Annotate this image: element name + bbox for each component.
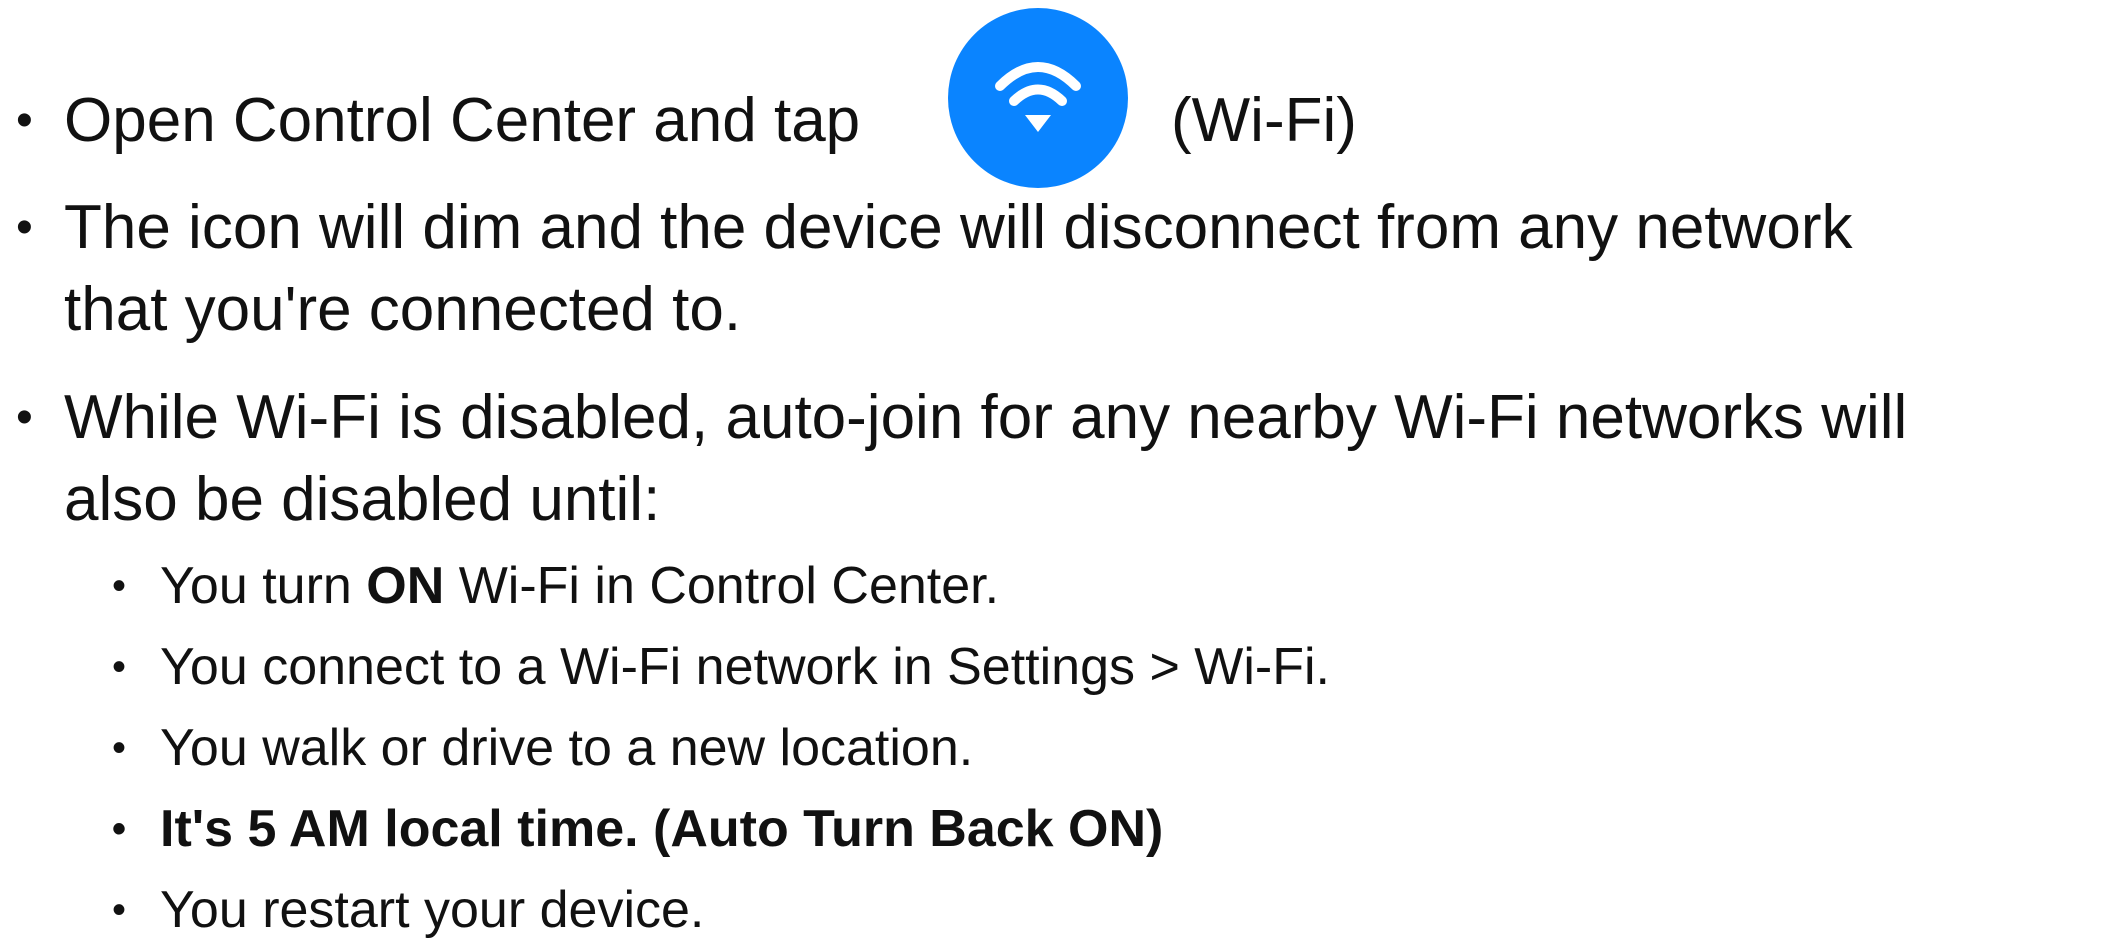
bullet-text-line1: While Wi-Fi is disabled, auto-join for a… [64,383,1908,452]
wifi-glyph [995,62,1081,132]
sub-bullet-text: It's 5 AM local time. (Auto Turn Back ON… [160,800,1164,858]
sub-bullet-marker: • [112,888,127,932]
sub-bullet-text: You restart your device. [160,881,705,939]
bullet-text-line2: that you're connected to. [64,275,742,344]
bullet-text-after-icon: (Wi-Fi) [1171,86,1357,155]
sub-bullet-marker: • [112,645,127,689]
bullet-marker: • [16,201,33,254]
sub-bullet-bold: ON [366,557,445,615]
slide: • Open Control Center and tap (Wi-Fi) • … [0,0,2126,944]
sub-bullet-text: You walk or drive to a new location. [160,719,974,777]
sub-bullet-marker: • [112,564,127,608]
bullet-marker: • [16,94,33,147]
sub-bullet-marker: • [112,726,127,770]
sub-bullet-post: Wi-Fi in Control Center. [444,557,1000,615]
bullet-text-before-icon: Open Control Center and tap [64,86,861,155]
sub-bullet-marker: • [112,807,127,851]
sub-bullet-text: You connect to a Wi-Fi network in Settin… [160,638,1330,696]
wifi-icon [948,8,1128,188]
bullet-text-line1: The icon will dim and the device will di… [64,193,1853,262]
bullet-text-line2: also be disabled until: [64,465,661,534]
sub-bullet-pre: You turn [160,557,367,615]
bullet-marker: • [16,391,33,444]
sub-bullet-text: You turn ON Wi-Fi in Control Center. [160,551,999,621]
